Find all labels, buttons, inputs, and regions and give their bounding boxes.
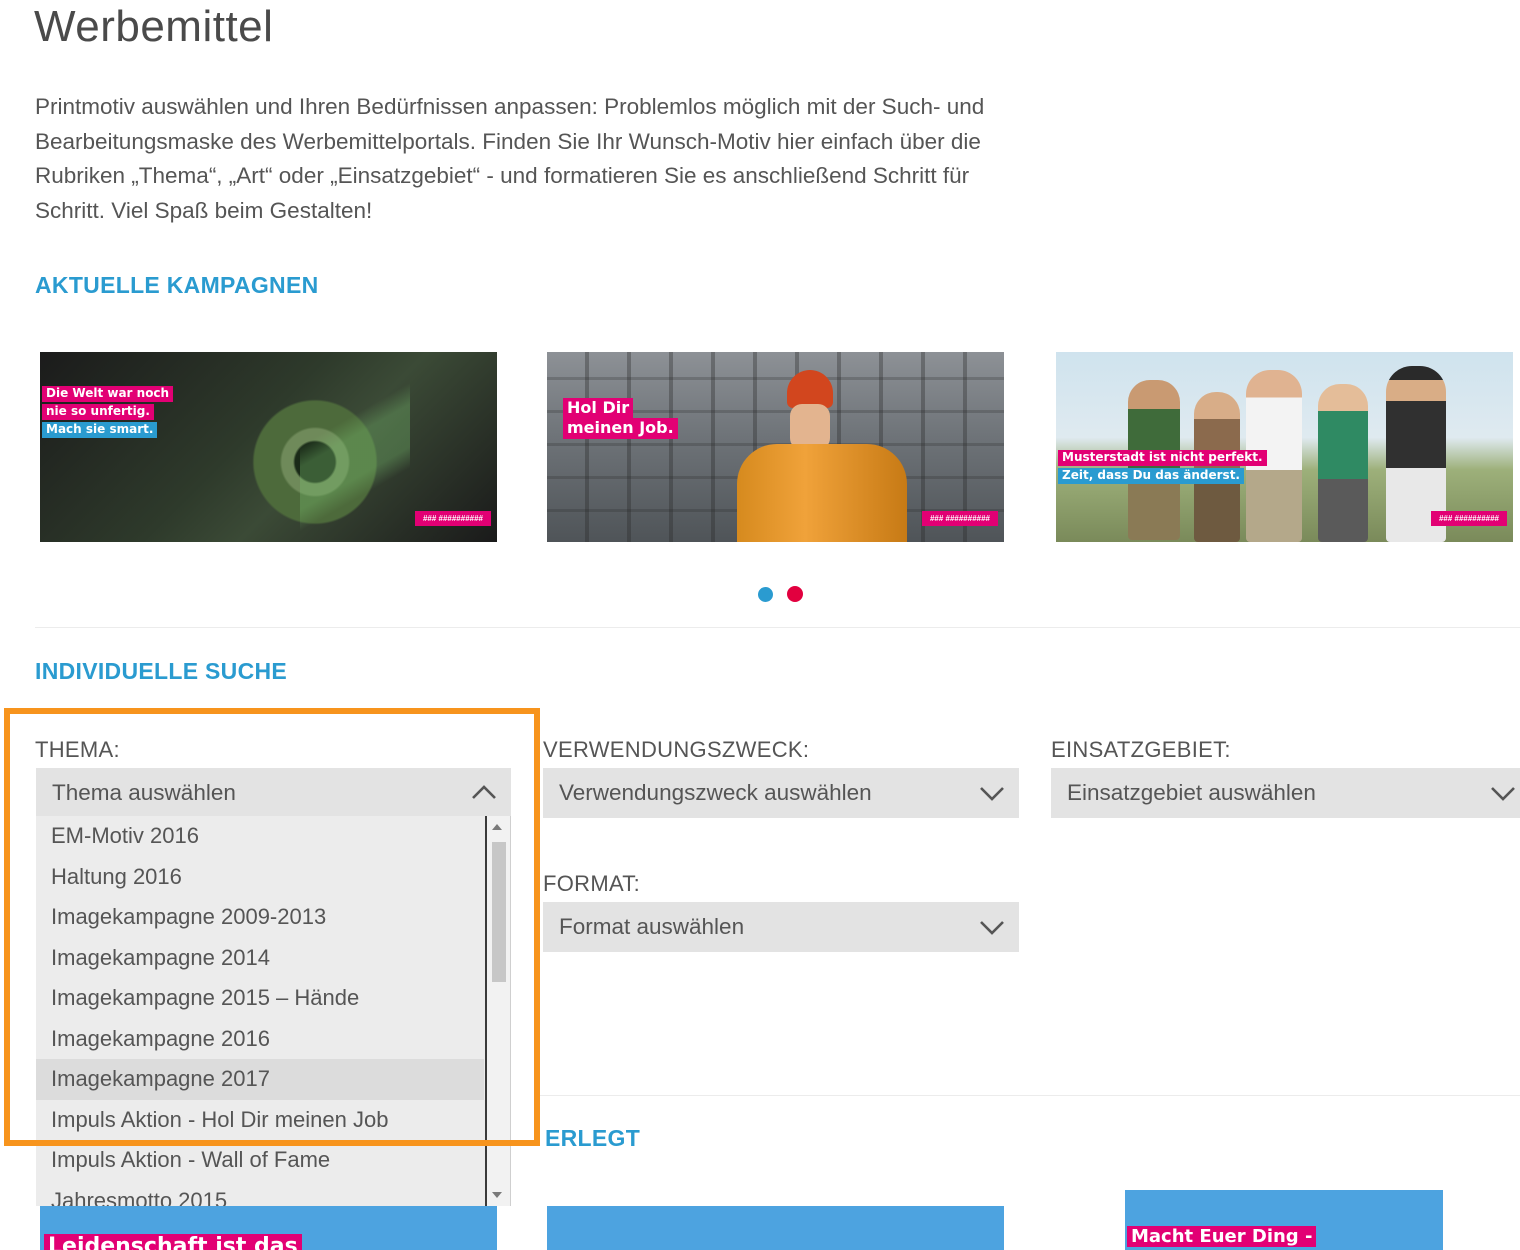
page-title: Werbemittel — [34, 2, 274, 51]
result-card[interactable]: Macht Euer Ding - — [1125, 1190, 1443, 1250]
campaign-headline: Zeit, dass Du das änderst. — [1058, 468, 1244, 484]
dropdown-option[interactable]: Impuls Aktion - Wall of Fame — [36, 1140, 484, 1181]
section-heading-partial: ERLEGT — [545, 1125, 641, 1151]
result-card[interactable] — [547, 1206, 1004, 1250]
campaign-headline: Hol Dir — [563, 398, 634, 419]
campaign-card[interactable]: Hol Dir meinen Job. ### ########## — [547, 352, 1004, 542]
verwendungszweck-select[interactable]: Verwendungszweck auswählen — [543, 768, 1019, 818]
campaign-button[interactable]: ### ########## — [1430, 511, 1507, 526]
einsatzgebiet-label: EINSATZGEBIET: — [1051, 737, 1231, 762]
campaign-headline: Musterstadt ist nicht perfekt. — [1058, 450, 1267, 466]
highlight-frame — [4, 708, 540, 1146]
result-card[interactable]: Leidenschaft ist das — [40, 1206, 497, 1250]
divider — [540, 1095, 1520, 1096]
campaign-headline: nie so unfertig. — [42, 404, 154, 420]
einsatzgebiet-select-value: Einsatzgebiet auswählen — [1067, 780, 1316, 805]
result-card-headline: Macht Euer Ding - — [1127, 1226, 1317, 1247]
format-select[interactable]: Format auswählen — [543, 902, 1019, 952]
format-label: FORMAT: — [543, 871, 641, 896]
chevron-down-icon — [1491, 787, 1515, 801]
dropdown-option[interactable]: Jahresmotto 2015 — [36, 1181, 484, 1207]
format-select-value: Format auswählen — [559, 914, 745, 939]
verwendungszweck-label: VERWENDUNGSZWECK: — [543, 737, 810, 762]
carousel-pagination — [758, 586, 803, 602]
campaign-card[interactable]: Die Welt war noch nie so unfertig. Mach … — [40, 352, 497, 542]
einsatzgebiet-select[interactable]: Einsatzgebiet auswählen — [1051, 768, 1520, 818]
campaign-card[interactable]: Musterstadt ist nicht perfekt. Zeit, das… — [1056, 352, 1513, 542]
campaign-button[interactable]: ### ########## — [414, 511, 491, 526]
campaign-headline: meinen Job. — [563, 418, 678, 439]
campaign-headline: Mach sie smart. — [42, 422, 158, 438]
carousel-dot-active[interactable] — [787, 586, 803, 602]
carousel-dot[interactable] — [758, 587, 773, 602]
campaign-headline: Die Welt war noch — [42, 386, 174, 402]
campaigns-heading: AKTUELLE KAMPAGNEN — [35, 272, 319, 298]
scroll-down-arrow-icon[interactable] — [492, 1192, 502, 1198]
result-card-headline: Leidenschaft ist das — [44, 1234, 302, 1250]
divider — [35, 627, 1520, 628]
chevron-down-icon — [980, 787, 1004, 801]
chevron-down-icon — [980, 921, 1004, 935]
campaign-button[interactable]: ### ########## — [921, 511, 998, 526]
search-heading: INDIVIDUELLE SUCHE — [35, 658, 288, 684]
intro-text: Printmotiv auswählen und Ihren Bedürfnis… — [35, 94, 985, 223]
verwendungszweck-select-value: Verwendungszweck auswählen — [559, 780, 872, 805]
